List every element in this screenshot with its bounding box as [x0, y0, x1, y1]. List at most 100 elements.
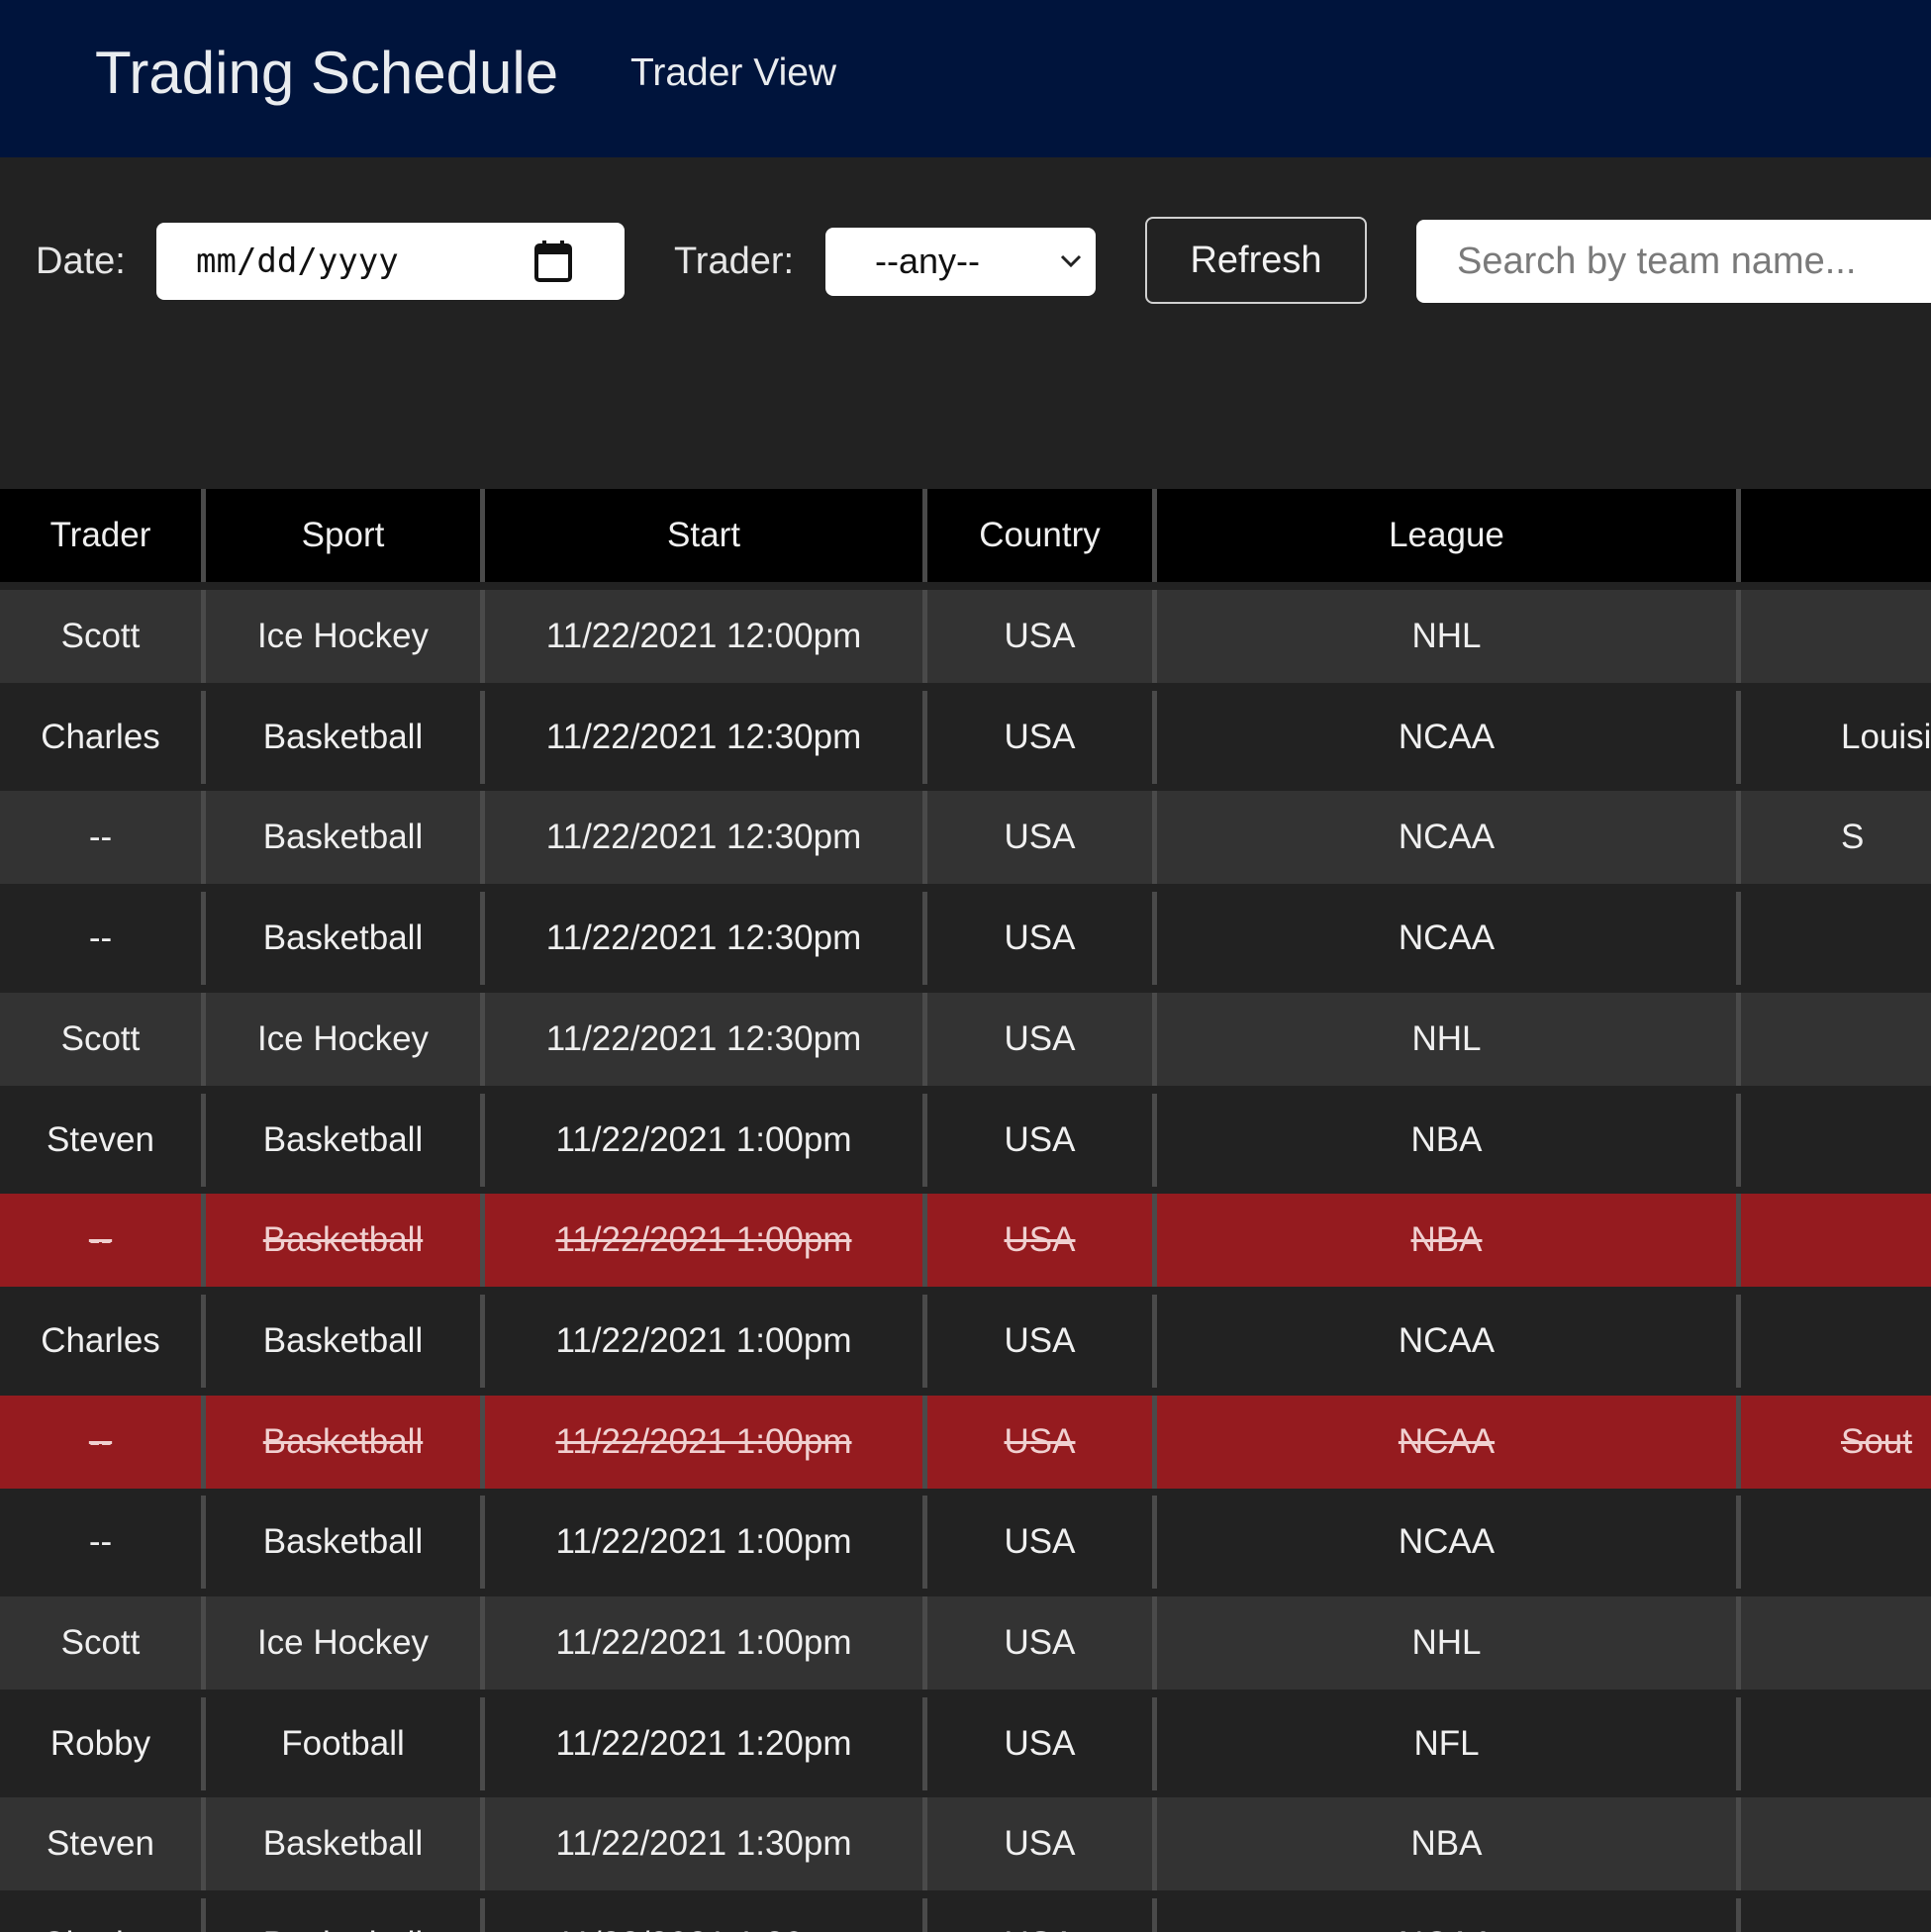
- filter-bar: Date: mm/dd/yyyy Trader: --any-- Refresh…: [0, 157, 1931, 489]
- cell-sport: Basketball: [206, 1294, 480, 1388]
- cell-league: NCAA: [1157, 1395, 1736, 1489]
- cell-league: NCAA: [1157, 1496, 1736, 1590]
- cell-country: USA: [927, 892, 1152, 986]
- cell-event: [1741, 1194, 1931, 1288]
- cell-trader: Charles: [0, 690, 201, 784]
- cell-start: 11/22/2021 12:00pm: [485, 590, 922, 683]
- date-placeholder: mm/dd/yyyy: [196, 242, 399, 281]
- cell-event: [1741, 1797, 1931, 1891]
- cell-event: [1741, 992, 1931, 1086]
- table-row[interactable]: -- Basketball 11/22/2021 12:30pm USA NCAA S: [0, 791, 1931, 885]
- cell-start: 11/22/2021 1:00pm: [485, 1496, 922, 1590]
- cell-country: USA: [927, 1294, 1152, 1388]
- table-row[interactable]: Scott Ice Hockey 11/22/2021 12:30pm USA NHL: [0, 992, 1931, 1086]
- cell-event: [1741, 1596, 1931, 1690]
- header-start[interactable]: Start: [485, 489, 922, 582]
- search-input[interactable]: Search by team name...: [1416, 220, 1931, 303]
- table-row[interactable]: Robby Football 11/22/2021 1:20pm USA NFL: [0, 1696, 1931, 1790]
- cell-event: Sout: [1741, 1395, 1931, 1489]
- table-row[interactable]: Charles Basketball 11/22/2021 1:00pm USA NCA…: [0, 1294, 1931, 1388]
- date-label: Date:: [36, 241, 126, 282]
- cell-start: 11/22/2021 1:20pm: [485, 1696, 922, 1790]
- cell-sport: Ice Hockey: [206, 1596, 480, 1690]
- cell-start: 11/22/2021 12:30pm: [485, 791, 922, 885]
- cell-trader: Scott: [0, 1596, 201, 1690]
- cell-event: [1741, 1093, 1931, 1187]
- table-row[interactable]: Steven Basketball 11/22/2021 1:00pm USA NBA: [0, 1093, 1931, 1187]
- table-row[interactable]: Steven Basketball 11/22/2021 1:30pm USA NBA: [0, 1797, 1931, 1891]
- trader-select[interactable]: --any--: [825, 228, 1096, 296]
- cell-league: NHL: [1157, 992, 1736, 1086]
- cell-sport: Basketball: [206, 1898, 480, 1932]
- cell-event: [1741, 1696, 1931, 1790]
- cell-country: USA: [927, 1596, 1152, 1690]
- cell-sport: Basketball: [206, 1797, 480, 1891]
- cell-sport: Basketball: [206, 1395, 480, 1489]
- cell-country: USA: [927, 1496, 1152, 1590]
- cell-trader: Charles: [0, 1294, 201, 1388]
- cell-sport: Basketball: [206, 791, 480, 885]
- table-row[interactable]: CharlesBasketball11/22/2021 1:30pmUSANCA…: [0, 1898, 1931, 1932]
- header-event[interactable]: [1741, 489, 1931, 582]
- cell-league: NCAA: [1157, 892, 1736, 986]
- cell-league: NCAA: [1157, 690, 1736, 784]
- cell-league: NCAA: [1157, 1294, 1736, 1388]
- header-league[interactable]: League: [1157, 489, 1736, 582]
- table-row[interactable]: Charles Basketball 11/22/2021 12:30pm USA NC…: [0, 690, 1931, 784]
- header-trader[interactable]: Trader: [0, 489, 201, 582]
- cell-trader: Steven: [0, 1093, 201, 1187]
- schedule-table: Trader Sport Start Country League Scott I…: [0, 489, 1931, 1932]
- table-row[interactable]: Scott Ice Hockey 11/22/2021 12:00pm USA NHL: [0, 590, 1931, 683]
- cell-trader: --: [0, 1194, 201, 1288]
- cell-country: USA: [927, 1797, 1152, 1891]
- date-input[interactable]: mm/dd/yyyy: [156, 223, 625, 300]
- cell-event: [1741, 1898, 1931, 1932]
- nav-link-trader-view[interactable]: Trader View: [630, 49, 836, 97]
- cell-sport: Football: [206, 1696, 480, 1790]
- cell-event: [1741, 1496, 1931, 1590]
- table-row[interactable]: -- Basketball 11/22/2021 1:00pm USA NCAA: [0, 1496, 1931, 1590]
- cell-start: 11/22/2021 1:00pm: [485, 1395, 922, 1489]
- cell-start: 11/22/2021 1:00pm: [485, 1194, 922, 1288]
- cell-start: 11/22/2021 1:00pm: [485, 1596, 922, 1690]
- cell-event: Louisi: [1741, 690, 1931, 784]
- table-header-row: Trader Sport Start Country League: [0, 489, 1931, 582]
- cell-start: 11/22/2021 1:30pm: [485, 1898, 922, 1932]
- header-sport[interactable]: Sport: [206, 489, 480, 582]
- table-row-cancelled[interactable]: -- Basketball 11/22/2021 1:00pm USA NCAA Sout: [0, 1395, 1931, 1489]
- search-placeholder: Search by team name...: [1457, 241, 1857, 282]
- table-row[interactable]: -- Basketball 11/22/2021 12:30pm USA NCAA: [0, 892, 1931, 986]
- cell-league: NBA: [1157, 1093, 1736, 1187]
- cell-country: USA: [927, 992, 1152, 1086]
- calendar-icon[interactable]: [533, 240, 573, 283]
- cell-league: NBA: [1157, 1797, 1736, 1891]
- cell-country: USA: [927, 791, 1152, 885]
- refresh-button[interactable]: Refresh: [1145, 217, 1367, 304]
- cell-league: NBA: [1157, 1194, 1736, 1288]
- cell-country: USA: [927, 1194, 1152, 1288]
- cell-country: USA: [927, 590, 1152, 683]
- cell-sport: Basketball: [206, 892, 480, 986]
- cell-league: NFL: [1157, 1696, 1736, 1790]
- navbar: Trading Schedule Trader View: [0, 0, 1931, 157]
- cell-sport: Ice Hockey: [206, 590, 480, 683]
- cell-trader: --: [0, 892, 201, 986]
- cell-league: NCAA: [1157, 1898, 1736, 1932]
- app-title[interactable]: Trading Schedule: [95, 38, 558, 109]
- chevron-down-icon: [1060, 254, 1082, 268]
- cell-country: USA: [927, 1395, 1152, 1489]
- cell-sport: Basketball: [206, 1194, 480, 1288]
- table-row-cancelled[interactable]: -- Basketball 11/22/2021 1:00pm USA NBA: [0, 1194, 1931, 1288]
- table-row[interactable]: Scott Ice Hockey 11/22/2021 1:00pm USA NHL: [0, 1596, 1931, 1690]
- cell-country: USA: [927, 1898, 1152, 1932]
- cell-event: [1741, 590, 1931, 683]
- cell-trader: --: [0, 1496, 201, 1590]
- trader-select-value: --any--: [875, 241, 980, 281]
- cell-event: [1741, 1294, 1931, 1388]
- cell-start: 11/22/2021 1:00pm: [485, 1294, 922, 1388]
- cell-start: 11/22/2021 12:30pm: [485, 690, 922, 784]
- cell-league: NCAA: [1157, 791, 1736, 885]
- cell-trader: Charles: [0, 1898, 201, 1932]
- header-country[interactable]: Country: [927, 489, 1152, 582]
- cell-trader: --: [0, 1395, 201, 1489]
